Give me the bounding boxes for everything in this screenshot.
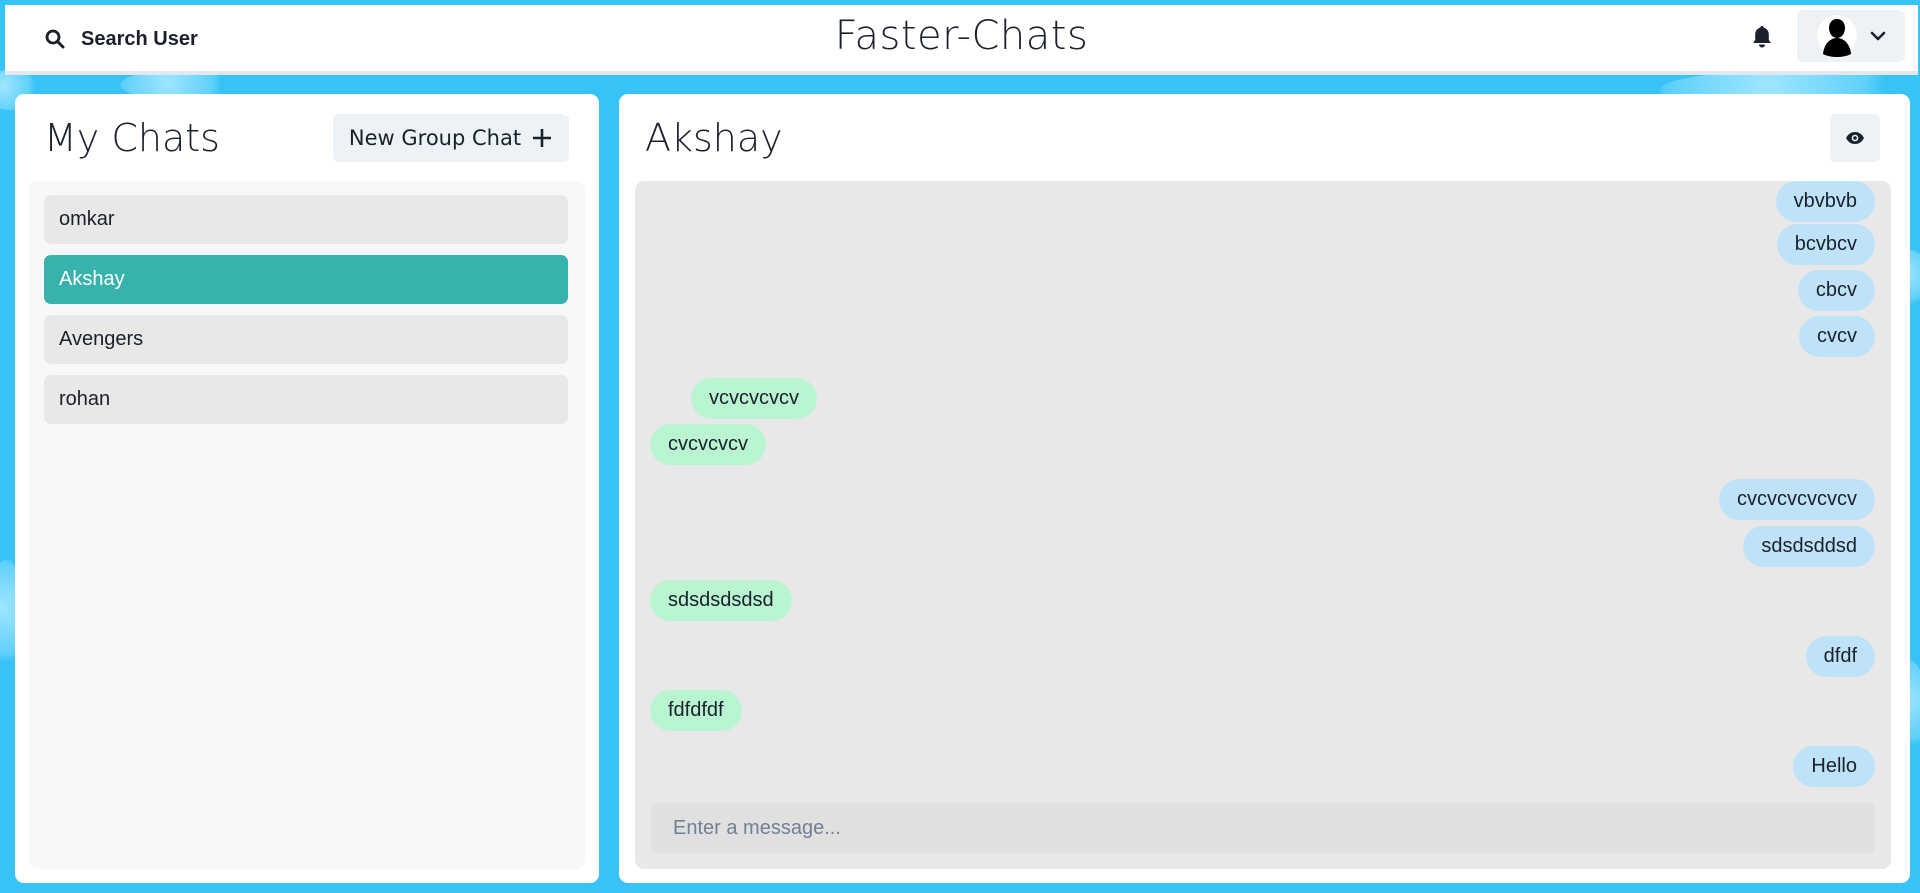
message-sent: cvcvcvcvcvcv — [1719, 479, 1875, 520]
message-sent: cvcv — [1799, 316, 1875, 357]
message-received: sdsdsdsdsd — [650, 580, 792, 621]
chat-item-rohan[interactable]: rohan — [44, 375, 568, 424]
message-received: cvcvcvcv — [650, 424, 766, 465]
chat-panel: Akshay vbvbvb bcvbcv cbcv cvcv vcvcvcvcv… — [619, 94, 1910, 883]
top-bar: Search User Faster-Chats — [5, 5, 1918, 75]
message-received: fdfdfdf — [650, 690, 742, 731]
profile-menu-button[interactable] — [1797, 10, 1905, 62]
chat-item-omkar[interactable]: omkar — [44, 195, 568, 244]
bell-icon — [1753, 26, 1771, 48]
chat-item-label: rohan — [59, 388, 111, 410]
chat-item-label: omkar — [59, 208, 115, 230]
message-received: vcvcvcvcv — [691, 378, 817, 419]
chat-item-avengers[interactable]: Avengers — [44, 315, 568, 364]
view-profile-button[interactable] — [1830, 114, 1880, 162]
avatar-icon — [1817, 15, 1857, 57]
chat-item-label: Akshay — [59, 268, 125, 290]
chat-list: omkar Akshay Avengers rohan — [29, 181, 585, 869]
message-sent: cbcv — [1797, 270, 1875, 311]
message-sent: sdsdsddsd — [1743, 526, 1875, 567]
chat-item-akshay[interactable]: Akshay — [44, 255, 568, 304]
message-input[interactable] — [651, 803, 1875, 853]
message-sent: vbvbvb — [1775, 181, 1875, 222]
notifications-button[interactable] — [1751, 25, 1777, 53]
chevron-down-icon — [1870, 31, 1886, 41]
new-group-chat-button[interactable]: New Group Chat — [333, 114, 569, 162]
eye-icon — [1846, 132, 1864, 144]
message-sent: bcvbcv — [1776, 224, 1875, 265]
my-chats-title: My Chats — [44, 116, 220, 160]
chat-item-label: Avengers — [59, 328, 144, 350]
chat-title: Akshay — [645, 116, 783, 160]
plus-icon — [533, 129, 552, 147]
app-title: Faster-Chats — [834, 13, 1089, 59]
new-group-chat-label: New Group Chat — [348, 126, 522, 150]
messages-area: vbvbvb bcvbcv cbcv cvcv vcvcvcvcv cvcvcv… — [635, 181, 1891, 869]
my-chats-panel: My Chats New Group Chat omkar Akshay Ave… — [15, 94, 599, 883]
message-sent: Hello — [1793, 746, 1875, 787]
message-sent: dfdf — [1805, 636, 1875, 677]
